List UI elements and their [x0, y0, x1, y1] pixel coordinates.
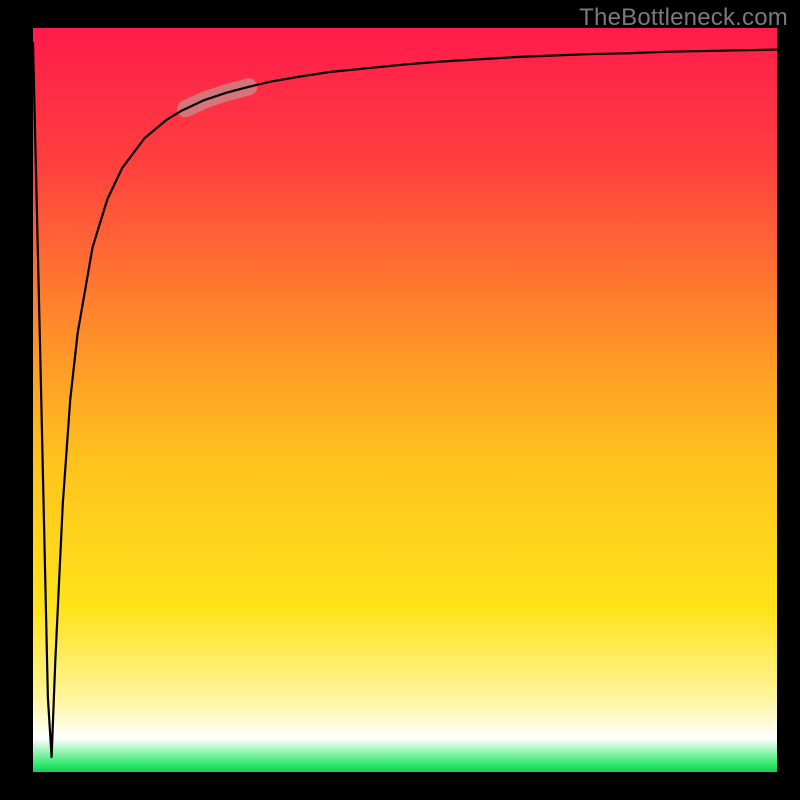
- plot-frame: [33, 28, 777, 772]
- plot-svg: [33, 28, 777, 772]
- watermark-text: TheBottleneck.com: [579, 4, 788, 32]
- chart-stage: TheBottleneck.com: [0, 0, 800, 800]
